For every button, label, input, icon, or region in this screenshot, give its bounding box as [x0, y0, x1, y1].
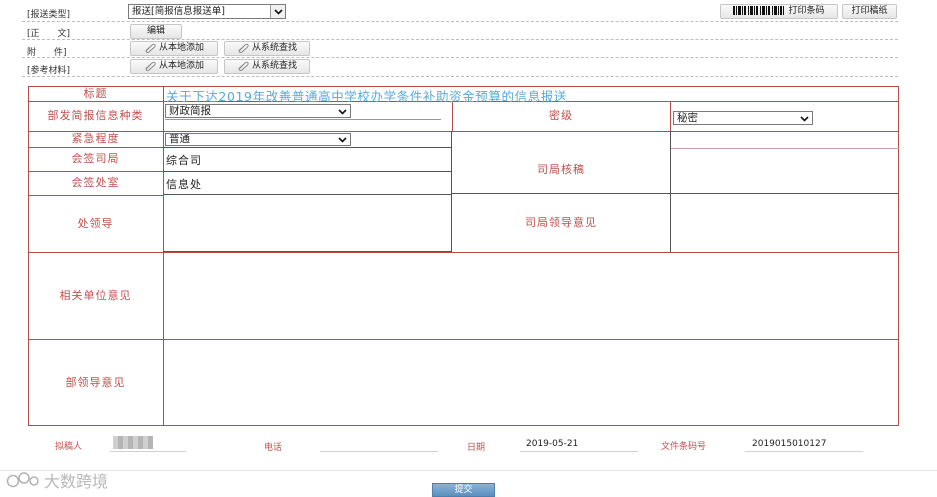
watermark: 大数跨境 — [6, 468, 108, 492]
drafter-underline — [110, 451, 186, 452]
watermark-text: 大数跨境 — [44, 472, 109, 491]
attachment-add-local-button[interactable]: 从本地添加 — [130, 41, 218, 56]
barcode-icon — [733, 6, 785, 15]
dept-leader-field[interactable] — [671, 194, 898, 251]
table-rule — [163, 251, 452, 252]
submit-button[interactable]: 提交 — [432, 483, 495, 497]
table-rule — [163, 171, 452, 172]
section-leader-field[interactable] — [164, 196, 451, 251]
dept-leader-label: 司局领导意见 — [525, 216, 597, 229]
table-rule — [163, 147, 452, 148]
chevron-down-icon — [797, 112, 812, 124]
phone-label: 电话 — [264, 443, 283, 453]
barcode-number-value: 2019015010127 — [752, 439, 827, 449]
find-system-label: 从系统查找 — [251, 43, 297, 53]
barcode-number-label: 文件条码号 — [661, 442, 707, 452]
divider — [22, 39, 898, 40]
category-select[interactable]: 财政简报 — [165, 104, 351, 118]
footer-divider — [0, 470, 937, 471]
attachment-find-system-button[interactable]: 从系统查找 — [224, 41, 310, 56]
paperclip-icon — [145, 61, 156, 71]
urgency-value: 普通 — [169, 133, 190, 145]
barcode-underline — [745, 451, 863, 452]
dept-review-label: 司局核稿 — [537, 163, 585, 176]
cosign-dept-label: 会签司局 — [71, 152, 120, 165]
table-rule — [163, 194, 452, 195]
reference-label: [参考材料] — [27, 66, 71, 76]
table-rule — [670, 101, 671, 131]
dept-review-field[interactable] — [671, 149, 898, 192]
drafter-label: 拟稿人 — [55, 442, 83, 452]
section-leader-label: 处领导 — [77, 216, 114, 230]
chevron-down-icon — [335, 134, 350, 145]
print-draft-button[interactable]: 打印稿纸 — [842, 4, 897, 19]
watermark-logo-icon — [6, 472, 39, 488]
submit-label: 提交 — [454, 485, 473, 495]
urgency-select[interactable]: 普通 — [165, 133, 351, 146]
title-label: 标题 — [83, 86, 108, 100]
phone-field[interactable] — [320, 451, 438, 452]
paperclip-icon — [145, 43, 156, 53]
drafter-value-redacted — [113, 436, 153, 449]
print-barcode-label: 打印条码 — [788, 6, 825, 16]
paperclip-icon — [238, 61, 249, 71]
related-units-field[interactable] — [164, 253, 898, 338]
reference-find-system-button[interactable]: 从系统查找 — [224, 59, 310, 74]
chevron-down-icon — [270, 5, 285, 18]
report-type-label: [报送类型] — [27, 10, 71, 20]
report-type-select[interactable]: 报送[简报信息报送单] — [128, 4, 286, 19]
secrecy-value: 秘密 — [677, 112, 698, 124]
secrecy-label: 密级 — [549, 109, 573, 122]
report-type-value: 报送[简报信息报送单] — [132, 6, 225, 17]
date-value: 2019-05-21 — [526, 439, 579, 449]
date-label: 日期 — [467, 443, 486, 453]
cosign-dept-value[interactable]: 综合司 — [166, 152, 202, 168]
secrecy-select[interactable]: 秘密 — [673, 111, 813, 125]
paperclip-icon — [238, 43, 249, 53]
ministry-leader-label: 部领导意见 — [65, 375, 126, 389]
divider — [22, 57, 898, 58]
category-value: 财政简报 — [169, 105, 211, 117]
edit-button[interactable]: 编辑 — [130, 24, 182, 39]
cosign-office-label: 会签处室 — [71, 176, 120, 189]
edit-label: 编辑 — [146, 26, 165, 36]
ministry-leader-field[interactable] — [164, 340, 898, 425]
category-underline — [165, 119, 441, 120]
related-units-label: 相关单位意见 — [59, 288, 132, 302]
date-underline — [520, 451, 638, 452]
find-system-label: 从系统查找 — [251, 61, 297, 71]
divider — [22, 76, 898, 77]
reference-add-local-button[interactable]: 从本地添加 — [130, 59, 218, 74]
add-local-label: 从本地添加 — [158, 61, 204, 71]
divider — [22, 21, 898, 22]
chevron-down-icon — [335, 105, 350, 117]
print-draft-label: 打印稿纸 — [851, 6, 888, 16]
body-text-label: [正 文] — [27, 29, 71, 39]
urgency-label: 紧急程度 — [71, 132, 120, 145]
category-label: 部发简报信息种类 — [47, 109, 144, 122]
cosign-office-value[interactable]: 信息处 — [166, 176, 202, 192]
print-barcode-button[interactable]: 打印条码 — [720, 4, 838, 19]
add-local-label: 从本地添加 — [158, 43, 204, 53]
